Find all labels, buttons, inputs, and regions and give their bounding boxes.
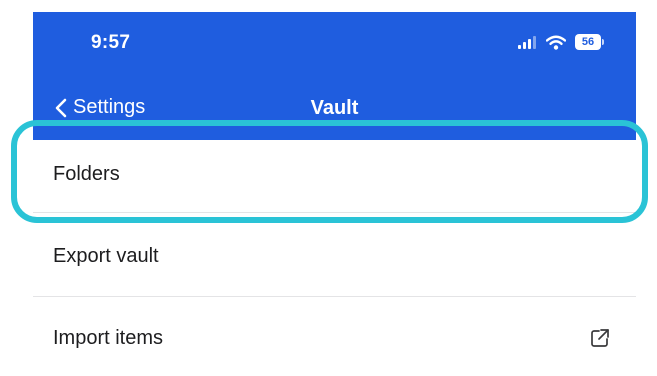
status-time: 9:57 xyxy=(91,32,131,53)
external-link-icon xyxy=(591,329,609,347)
list-item-export-vault[interactable]: Export vault xyxy=(33,216,636,296)
list-item-import-items[interactable]: Import items xyxy=(33,300,636,376)
battery-icon: 56 xyxy=(575,34,604,50)
list-item-label: Folders xyxy=(53,162,120,185)
list-item-label: Export vault xyxy=(53,244,159,267)
wifi-icon xyxy=(546,35,566,50)
list-item-folders[interactable]: Folders xyxy=(33,140,636,208)
divider xyxy=(33,212,636,213)
battery-level: 56 xyxy=(575,34,601,50)
status-icons: 56 xyxy=(517,34,604,50)
list-item-label: Import items xyxy=(53,326,164,349)
divider xyxy=(33,296,636,297)
signal-icon xyxy=(518,36,536,49)
header-bar: 9:57 56 Settings Vault xyxy=(33,12,636,140)
battery-tip xyxy=(602,39,604,45)
page-title: Vault xyxy=(310,97,359,119)
vault-settings-screen: 9:57 56 Settings Vault Folders Export va… xyxy=(0,0,657,376)
